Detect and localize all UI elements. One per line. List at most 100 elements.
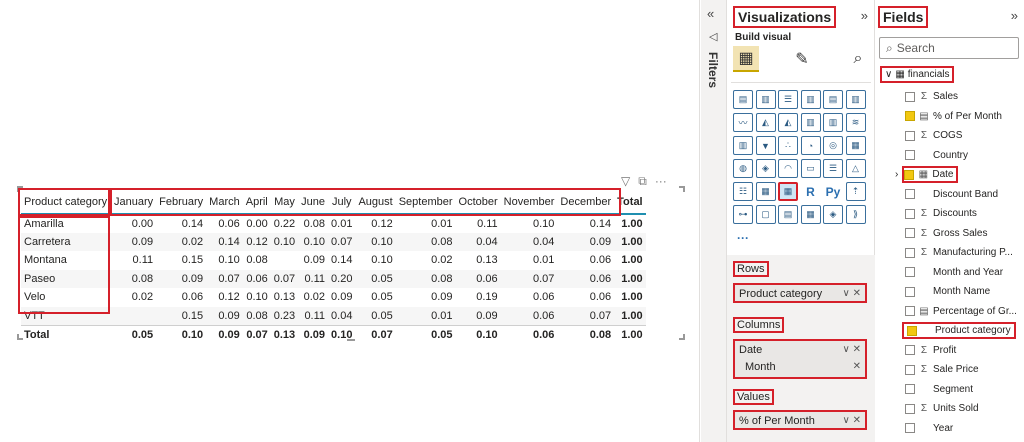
- field-item[interactable]: Σ Units Sold: [905, 400, 979, 417]
- donut-icon[interactable]: ◎: [823, 136, 843, 155]
- power-apps-icon[interactable]: ◈: [823, 205, 843, 224]
- chevron-down-icon[interactable]: ∨ ✕: [843, 344, 861, 361]
- card-icon[interactable]: ▭: [800, 159, 821, 178]
- 100-bar-icon[interactable]: ▤: [823, 90, 843, 109]
- field-checkbox[interactable]: [905, 189, 915, 199]
- column-header[interactable]: October: [456, 190, 501, 214]
- collapse-arrow-icon[interactable]: ◁: [709, 30, 717, 43]
- collapse-icon[interactable]: «: [707, 6, 714, 21]
- field-checkbox[interactable]: [904, 169, 915, 180]
- column-header[interactable]: June: [298, 190, 328, 214]
- row-header[interactable]: Velo: [21, 288, 111, 307]
- line-chart-icon[interactable]: 〰: [733, 113, 753, 132]
- column-header[interactable]: November: [501, 190, 558, 214]
- column-header[interactable]: March: [206, 190, 243, 214]
- kpi-icon[interactable]: △: [845, 159, 866, 178]
- map-icon[interactable]: ◍: [733, 159, 753, 178]
- scatter-icon[interactable]: ∴: [778, 136, 798, 155]
- analytics-icon[interactable]: ⌕: [845, 46, 871, 72]
- filters-label[interactable]: Filters: [706, 52, 720, 88]
- stacked-bar-icon[interactable]: ▤: [733, 90, 753, 109]
- field-item[interactable]: Discount Band: [905, 186, 998, 203]
- column-header[interactable]: August: [355, 190, 395, 214]
- column-header[interactable]: Total: [614, 190, 645, 214]
- column-header[interactable]: July: [328, 190, 355, 214]
- line-clustered-icon[interactable]: ▥: [823, 113, 843, 132]
- field-checkbox[interactable]: [905, 403, 915, 414]
- field-item[interactable]: Product category: [902, 322, 1016, 339]
- field-checkbox[interactable]: [905, 345, 915, 355]
- field-item[interactable]: Segment: [905, 381, 973, 398]
- build-visual-icon[interactable]: ▦: [733, 46, 759, 72]
- column-header[interactable]: September: [396, 190, 456, 214]
- row-header[interactable]: Carretera: [21, 232, 111, 251]
- resize-corner[interactable]: [679, 334, 685, 340]
- treemap-icon[interactable]: ▦: [845, 136, 866, 155]
- field-checkbox[interactable]: [905, 150, 915, 160]
- columns-field[interactable]: Date: [739, 344, 762, 361]
- column-header-product-category[interactable]: Product category: [21, 190, 111, 214]
- field-checkbox[interactable]: [905, 247, 915, 258]
- multirow-card-icon[interactable]: ☰: [823, 159, 843, 178]
- field-item[interactable]: Σ Gross Sales: [905, 225, 987, 242]
- filled-map-icon[interactable]: ◈: [755, 159, 776, 178]
- values-field[interactable]: % of Per Month: [739, 415, 815, 427]
- column-header[interactable]: April: [243, 190, 271, 214]
- field-item[interactable]: › ▦ Date: [895, 166, 959, 183]
- key-influencers-icon[interactable]: ⇡: [845, 182, 866, 201]
- field-item[interactable]: Σ Sale Price: [905, 361, 979, 378]
- chevron-down-icon[interactable]: ∨ ✕: [843, 415, 861, 426]
- gauge-icon[interactable]: ◠: [778, 159, 798, 178]
- field-item[interactable]: Month Name: [905, 283, 990, 300]
- power-automate-icon[interactable]: ⟫: [845, 205, 866, 224]
- column-header[interactable]: December: [557, 190, 614, 214]
- row-header[interactable]: Total: [21, 324, 111, 344]
- field-item[interactable]: Σ Manufacturing P...: [905, 244, 1013, 261]
- column-header[interactable]: January: [111, 190, 156, 214]
- field-checkbox[interactable]: [905, 306, 915, 316]
- table-icon[interactable]: ▦: [755, 182, 776, 201]
- rows-field[interactable]: Product category: [739, 288, 822, 300]
- rows-well[interactable]: Product category ∨ ✕: [733, 283, 867, 303]
- field-item[interactable]: Year: [905, 420, 953, 437]
- chevron-right-icon[interactable]: ›: [895, 169, 898, 180]
- 100-column-icon[interactable]: ▥: [845, 90, 866, 109]
- field-item[interactable]: Σ Sales: [905, 88, 958, 105]
- field-checkbox[interactable]: [905, 364, 915, 375]
- search-input[interactable]: ⌕ Search: [879, 37, 1019, 59]
- row-header[interactable]: Amarilla: [21, 214, 111, 233]
- values-well[interactable]: % of Per Month ∨ ✕: [733, 410, 867, 430]
- field-checkbox[interactable]: [905, 130, 915, 141]
- matrix-visual[interactable]: Product category January February March Apri…: [17, 186, 685, 344]
- chevron-down-icon[interactable]: ∨: [885, 69, 892, 80]
- field-item[interactable]: Country: [905, 147, 968, 164]
- column-header[interactable]: February: [156, 190, 206, 214]
- waterfall-icon[interactable]: ▥: [733, 136, 753, 155]
- narrative-icon[interactable]: ▤: [778, 205, 798, 224]
- stacked-column-icon[interactable]: ▥: [755, 90, 776, 109]
- field-item[interactable]: Month and Year: [905, 264, 1003, 281]
- line-column-icon[interactable]: ▥: [800, 113, 821, 132]
- python-visual-icon[interactable]: Py: [823, 182, 843, 201]
- area-chart-icon[interactable]: ◭: [755, 113, 776, 132]
- clustered-bar-icon[interactable]: ☰: [778, 90, 798, 109]
- field-checkbox[interactable]: [905, 228, 915, 238]
- expand-icon[interactable]: »: [861, 8, 868, 23]
- field-item[interactable]: ▤ % of Per Month: [905, 108, 1002, 125]
- field-checkbox[interactable]: [905, 111, 915, 121]
- row-header[interactable]: Montana: [21, 251, 111, 270]
- clustered-column-icon[interactable]: ▥: [800, 90, 821, 109]
- filters-pane[interactable]: « ◁ Filters: [701, 0, 727, 442]
- field-checkbox[interactable]: [905, 208, 915, 219]
- ribbon-icon[interactable]: ≋: [845, 113, 866, 132]
- column-header[interactable]: May: [271, 190, 298, 214]
- field-checkbox[interactable]: [905, 423, 915, 433]
- field-checkbox[interactable]: [905, 91, 915, 102]
- pie-icon[interactable]: ◔: [800, 136, 821, 155]
- slicer-icon[interactable]: ☷: [733, 182, 753, 201]
- columns-subfield[interactable]: Month: [745, 361, 776, 378]
- field-item[interactable]: ▤ Percentage of Gr...: [905, 303, 1017, 320]
- columns-well[interactable]: Date ∨ ✕ Month ✕: [733, 339, 867, 379]
- funnel-icon[interactable]: ▼: [755, 136, 776, 155]
- field-item[interactable]: Σ Discounts: [905, 205, 977, 222]
